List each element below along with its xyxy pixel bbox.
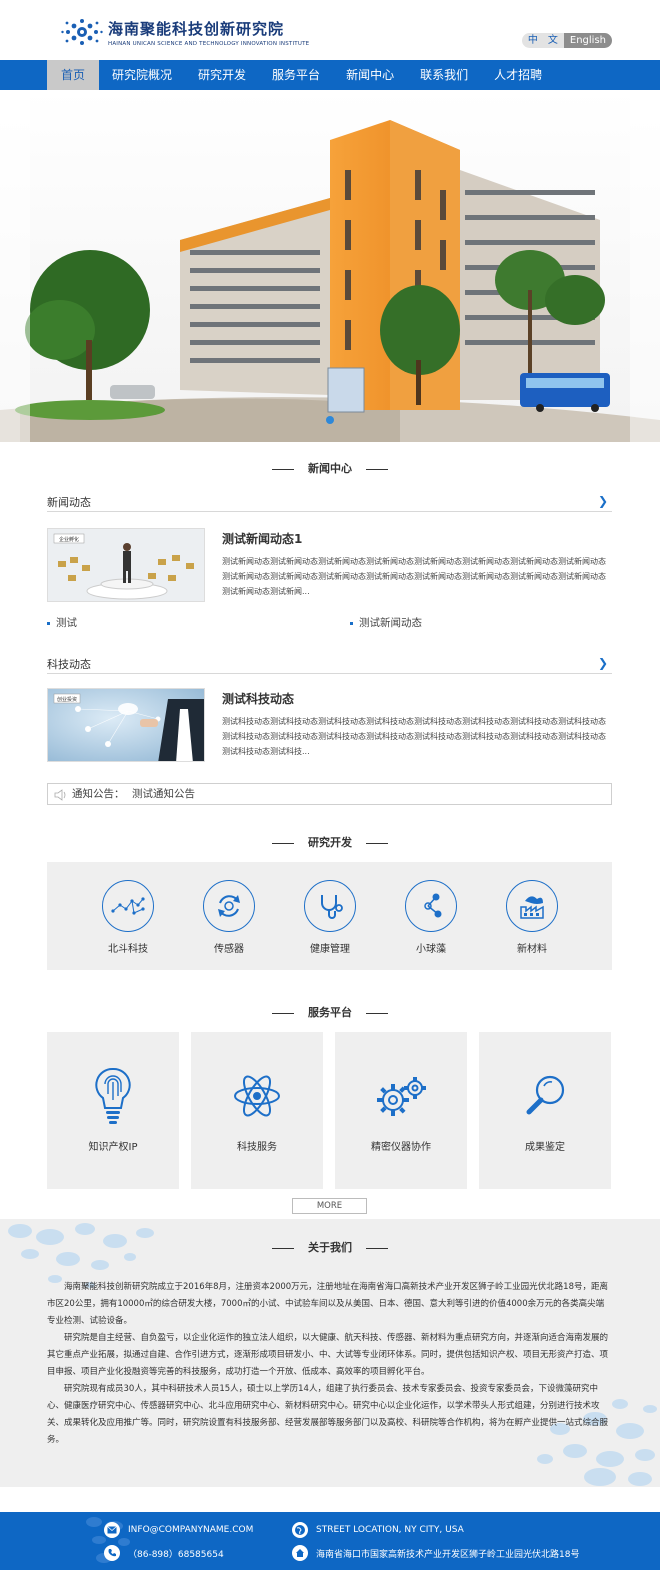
speaker-icon [54,788,68,808]
slider-dots [326,416,334,424]
fingerprint-bulb-icon [47,1066,179,1126]
about-text: 海南聚能科技创新研究院成立于2016年8月，注册资本2000万元，注册地址在海南… [47,1279,612,1449]
tech-item[interactable]: 创业投资 测试科技动态 测试科技动态测试科技动态测试科技动态测试科技动态测试科技… [47,688,612,764]
service-card-label: 科技服务 [237,1142,277,1153]
tech-thumbnail[interactable]: 创业投资 [47,688,205,762]
factory-icon [506,880,558,932]
lang-chinese-button[interactable]: 中 文 [521,33,564,48]
service-card-ip[interactable]: 知识产权IP [47,1032,179,1189]
notice-bar[interactable]: 通知公告： 测试通知公告 [47,783,612,805]
home-icon [292,1545,308,1561]
tech-item-desc: 测试科技动态测试科技动态测试科技动态测试科技动态测试科技动态测试科技动态测试科技… [222,717,606,756]
service-section-title: 服务平台 [0,1004,660,1020]
notice-text[interactable]: 测试通知公告 [132,784,195,804]
sensor-icon [203,880,255,932]
rd-panel: 北斗科技 传感器 健康管理 小球藻 新材料 [47,862,612,970]
rd-item-label: 传感器 [214,944,244,955]
nav-news[interactable]: 新闻中心 [333,60,407,90]
rd-item-health[interactable]: 健康管理 [302,880,358,955]
news-subheader: 新闻动态 ❯ [47,494,612,512]
rd-item-sensor[interactable]: 传感器 [201,880,257,955]
building-photo-illustration [0,90,660,442]
site-logo[interactable]: 海南聚能科技创新研究院 HAINAN UNICAN SCIENCE AND TE… [60,16,309,48]
news-subheader-label: 新闻动态 [47,496,91,509]
more-button[interactable]: MORE [292,1198,367,1214]
service-card-label: 知识产权IP [88,1142,138,1153]
thumbnail-label: 创业投资 [57,696,77,703]
logo-subtitle: HAINAN UNICAN SCIENCE AND TECHNOLOGY INN… [108,40,310,47]
service-card-tech[interactable]: 科技服务 [191,1032,323,1189]
news-link[interactable]: 测试 [47,615,77,630]
footer-email-text[interactable]: INFO@COMPANYNAME.COM [128,1525,253,1535]
site-header: 海南聚能科技创新研究院 HAINAN UNICAN SCIENCE AND TE… [0,0,660,60]
rd-item-chlorella[interactable]: 小球藻 [403,880,459,955]
news-thumbnail[interactable]: 企业孵化 [47,528,205,602]
service-card-label: 成果鉴定 [525,1142,565,1153]
tech-subheader: 科技动态 ❯ [47,656,612,674]
footer-decor-dots [86,1517,130,1563]
stethoscope-icon [304,880,356,932]
nav-careers[interactable]: 人才招聘 [481,60,555,90]
rd-section-title: 研究开发 [0,834,660,850]
service-card-label: 精密仪器协作 [371,1142,431,1153]
site-footer: INFO@COMPANYNAME.COM STREET LOCATION, NY… [0,1512,660,1570]
footer-location: STREET LOCATION, NY CITY, USA [292,1522,464,1538]
rd-item-label: 新材料 [517,944,547,955]
rd-item-label: 小球藻 [416,944,446,955]
news-item-desc: 测试新闻动态测试新闻动态测试新闻动态测试新闻动态测试新闻动态测试新闻动态测试新闻… [222,557,606,596]
phone-icon [104,1545,120,1561]
about-section-title: 关于我们 [0,1239,660,1255]
hero-banner [0,90,660,442]
footer-location-text: STREET LOCATION, NY CITY, USA [316,1525,464,1535]
footer-address: 海南省海口市国家高新技术产业开发区狮子岭工业园光伏北路18号 [292,1545,579,1561]
slider-dot-active[interactable] [326,416,334,424]
footer-phone[interactable]: （86-898）68585654 [104,1545,224,1561]
about-section: 关于我们 海南聚能科技创新研究院成立于2016年8月，注册资本2000万元，注册… [0,1219,660,1487]
rd-item-label: 北斗科技 [108,944,148,955]
logo-mark-icon [60,16,104,48]
globe-icon [292,1522,308,1538]
constellation-icon [102,880,154,932]
nav-overview[interactable]: 研究院概况 [99,60,185,90]
footer-phone-text[interactable]: （86-898）68585654 [128,1547,224,1560]
nav-services[interactable]: 服务平台 [259,60,333,90]
nav-contact[interactable]: 联系我们 [407,60,481,90]
atom-icon [191,1066,323,1126]
footer-email[interactable]: INFO@COMPANYNAME.COM [104,1522,253,1538]
language-switch: 中 文 English [521,33,612,48]
lang-english-button[interactable]: English [563,33,612,48]
rd-item-beidou[interactable]: 北斗科技 [100,880,156,955]
nav-home[interactable]: 首页 [47,60,100,90]
chevron-right-icon[interactable]: ❯ [598,494,608,508]
news-link[interactable]: 测试新闻动态 [350,615,422,630]
mail-icon [104,1522,120,1538]
about-paragraph: 海南聚能科技创新研究院成立于2016年8月，注册资本2000万元，注册地址在海南… [47,1282,608,1326]
rd-item-materials[interactable]: 新材料 [504,880,560,955]
footer-address-text: 海南省海口市国家高新技术产业开发区狮子岭工业园光伏北路18号 [316,1549,580,1560]
thumbnail-label: 企业孵化 [59,536,79,543]
molecule-icon [405,880,457,932]
tech-item-title[interactable]: 测试科技动态 [222,690,294,707]
tech-subheader-label: 科技动态 [47,658,91,671]
rd-item-label: 健康管理 [310,944,350,955]
about-paragraph: 研究院是自主经营、自负盈亏，以企业化运作的独立法人组织，以大健康、航天科技、传感… [47,1333,609,1377]
about-paragraph: 研究院现有成员30人，其中科研技术人员15人，硕士以上学历14人，组建了执行委员… [47,1384,609,1445]
magnifier-icon [479,1066,611,1126]
notice-label: 通知公告： [72,788,125,800]
service-card-instrument[interactable]: 精密仪器协作 [335,1032,467,1189]
news-item-title[interactable]: 测试新闻动态1 [222,530,302,547]
service-card-appraisal[interactable]: 成果鉴定 [479,1032,611,1189]
chevron-right-icon[interactable]: ❯ [598,656,608,670]
nav-research[interactable]: 研究开发 [185,60,259,90]
main-nav: 首页 研究院概况 研究开发 服务平台 新闻中心 联系我们 人才招聘 [0,60,660,90]
news-item[interactable]: 企业孵化 测试新闻动态1 测试新闻动态测试新闻动态测试新闻动态测试新闻动态测试新… [47,528,612,604]
news-section-title: 新闻中心 [0,460,660,476]
logo-title: 海南聚能科技创新研究院 [108,19,285,38]
gears-icon [335,1066,467,1126]
